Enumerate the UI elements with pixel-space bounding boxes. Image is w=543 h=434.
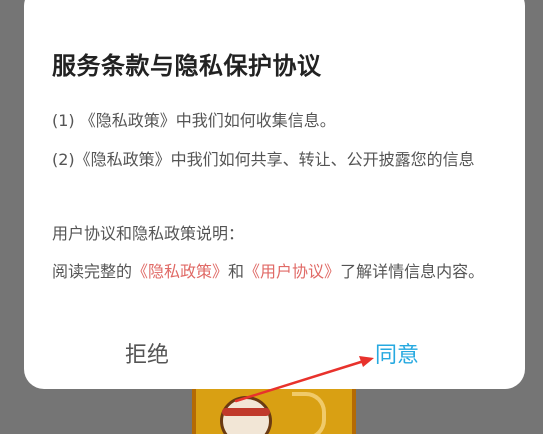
privacy-item-collect: (1) 《隐私政策》中我们如何收集信息。 — [52, 111, 336, 130]
privacy-item-share: (2)《隐私政策》中我们如何共享、转让、公开披露您的信息 — [52, 150, 475, 169]
summary-text: 阅读完整的《隐私政策》和《用户协议》了解详情信息内容。 — [52, 261, 498, 282]
background-app-banner — [192, 382, 356, 434]
summary-and: 和 — [228, 262, 245, 281]
privacy-policy-link[interactable]: 《隐私政策》 — [132, 262, 228, 281]
dialog-title: 服务条款与隐私保护协议 — [52, 52, 322, 80]
agree-button[interactable]: 同意 — [375, 342, 419, 370]
summary-heading: 用户协议和隐私政策说明： — [52, 224, 245, 243]
app-screen: 服务条款与隐私保护协议 (1) 《隐私政策》中我们如何收集信息。 (2)《隐私政… — [0, 0, 543, 434]
summary-suffix: 了解详情信息内容。 — [340, 262, 485, 281]
reject-button[interactable]: 拒绝 — [125, 342, 169, 370]
user-agreement-link[interactable]: 《用户协议》 — [244, 262, 340, 281]
privacy-agreement-dialog: 服务条款与隐私保护协议 (1) 《隐私政策》中我们如何收集信息。 (2)《隐私政… — [24, 0, 525, 389]
banner-decoration — [292, 392, 326, 434]
mascot-headband — [222, 408, 270, 416]
summary-prefix: 阅读完整的 — [52, 262, 133, 281]
